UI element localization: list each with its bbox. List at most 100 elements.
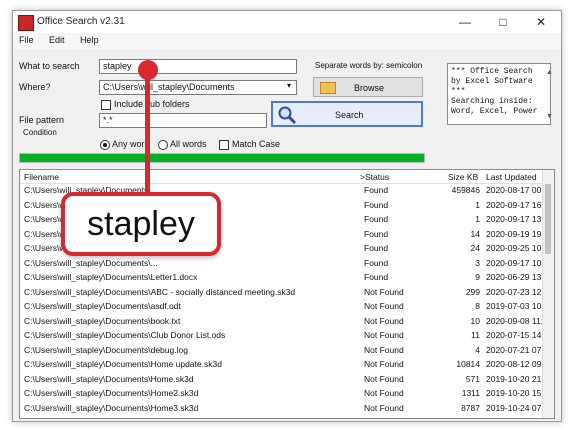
status-cell: Not Found <box>364 402 404 413</box>
filename-cell: C:\Users\will_stapley\Documents\asdf.odt <box>24 301 181 311</box>
updated-cell: 2020-09-25 10:13 <box>486 243 542 253</box>
close-button[interactable]: ✕ <box>521 11 561 33</box>
updated-cell: 2020-09-19 19:46 <box>486 228 542 239</box>
status-cell: Not Found <box>364 301 404 311</box>
status-cell: Not Found <box>364 330 404 340</box>
size-cell: 1311 <box>461 388 480 398</box>
table-row[interactable]: C:\Users\will_stapley\Documents\Home.sk3… <box>20 373 542 387</box>
updated-cell: 2020-07-23 12:03 <box>486 286 542 297</box>
filename-cell: C:\Users\will_stapley\Documents\Home upd… <box>24 359 222 369</box>
size-cell: 571 <box>465 373 480 384</box>
updated-cell: 2020-07-15 14:54 <box>486 330 542 340</box>
size-cell: 8 <box>475 301 480 311</box>
folder-path-input[interactable]: C:\Users\will_stapley\Documents <box>99 80 297 95</box>
condition-label: Condition <box>23 128 57 137</box>
table-row[interactable]: C:\Users\will_stapley\Documents\Club Don… <box>20 329 542 343</box>
size-cell: 11 <box>471 330 480 340</box>
filename-cell: C:\Users\will_stapley\Documents\Home3.sk… <box>24 402 199 413</box>
status-cell: Found <box>364 185 389 195</box>
scroll-thumb[interactable] <box>545 184 551 254</box>
menu-help[interactable]: Help <box>74 33 106 45</box>
filename-column-header[interactable]: Filename <box>24 172 59 182</box>
status-cell: Found <box>364 228 389 239</box>
size-cell: 1 <box>475 199 480 210</box>
table-row[interactable]: C:\Users\will_stapley\Documents\Home3.sk… <box>20 402 542 416</box>
table-header: Filename >Status Size KB Last Updated <box>20 170 554 184</box>
search-button-label: Search <box>335 110 364 120</box>
status-cell: Found <box>364 272 389 282</box>
match-case-checkbox[interactable] <box>219 140 229 150</box>
updated-cell: 2019-10-24 07:30 <box>486 402 542 413</box>
size-cell: 4 <box>475 344 480 355</box>
table-row[interactable]: C:\Users\will_stapley\Documents\Letter1.… <box>20 271 542 285</box>
size-cell: 24 <box>470 243 480 253</box>
table-row[interactable]: C:\Users\will_stapley\Documents\ABC - so… <box>20 286 542 300</box>
table-row[interactable]: C:\Users\will_stapley\Documents\Home2.sk… <box>20 387 542 401</box>
table-scrollbar[interactable] <box>542 170 554 418</box>
separator-hint: Separate words by: semicolon <box>315 61 423 70</box>
callout-text: stapley <box>87 204 195 243</box>
updated-cell: 2019-07-03 10:39 <box>486 301 542 311</box>
updated-cell: 2020-06-29 13:22 <box>486 272 542 282</box>
include-subfolders-label: Include sub folders <box>114 99 190 109</box>
updated-cell: 2020-08-12 09:22 <box>486 359 542 369</box>
status-cell: Not Found <box>364 373 404 384</box>
zoom-callout: stapley <box>61 192 221 256</box>
include-subfolders-checkbox[interactable] <box>101 100 111 110</box>
status-cell: Found <box>364 257 389 268</box>
updated-cell: 2020-09-17 13:22:17 <box>486 214 542 224</box>
menu-edit[interactable]: Edit <box>43 33 72 45</box>
browse-button[interactable]: Browse <box>313 77 423 97</box>
status-cell: Not Found <box>364 388 404 398</box>
all-words-radio[interactable] <box>158 140 168 150</box>
filename-cell: C:\Users\will_stapley\Documents\debug.lo… <box>24 344 188 355</box>
magnifier-icon <box>278 106 297 125</box>
filename-cell: C:\Users\will_stapley\Documents\... <box>24 257 158 268</box>
match-case-label: Match Case <box>232 139 281 149</box>
search-button[interactable]: Search <box>271 101 423 127</box>
table-row[interactable]: C:\Users\will_stapley\Documents\book.txt… <box>20 315 542 329</box>
size-cell: 10814 <box>456 359 480 369</box>
table-row[interactable]: C:\Users\will_stapley\Documents\asdf.odt… <box>20 300 542 314</box>
status-column-header[interactable]: >Status <box>360 172 389 182</box>
table-row[interactable]: C:\Users\will_stapley\Documents\... Found… <box>20 257 542 271</box>
size-cell: 299 <box>465 286 480 297</box>
folder-icon <box>320 82 336 94</box>
browse-button-label: Browse <box>354 83 385 93</box>
file-pattern-input[interactable]: *.* <box>99 113 267 128</box>
minimize-button[interactable]: — <box>445 11 485 33</box>
size-cell: 1 <box>475 214 480 224</box>
updated-cell: 2019-10-20 21:12 <box>486 373 542 384</box>
updated-cell: 2020-09-08 11:41 <box>486 315 542 326</box>
menu-file[interactable]: File <box>13 33 41 45</box>
size-column-header[interactable]: Size KB <box>448 172 478 182</box>
status-cell: Not Found <box>364 286 404 297</box>
updated-column-header[interactable]: Last Updated <box>486 172 537 182</box>
file-pattern-label: File pattern <box>19 115 65 125</box>
search-text-input[interactable]: stapley <box>99 59 297 74</box>
callout-pointer-line <box>145 66 150 194</box>
info-scroll-up-icon[interactable]: ▲ <box>546 69 553 76</box>
status-header-text: Status <box>364 172 390 182</box>
updated-cell: 2020-07-21 07:23 <box>486 344 542 355</box>
app-icon <box>18 15 34 31</box>
info-scroll-down-icon[interactable]: ▼ <box>546 113 553 120</box>
table-row[interactable]: C:\Users\will_stapley\Documents\debug.lo… <box>20 344 542 358</box>
info-panel: *** Office Search by Excel Software *** … <box>447 63 551 125</box>
window-title: Office Search v2.31 <box>37 16 125 27</box>
where-label: Where? <box>19 82 51 92</box>
dropdown-arrow-icon[interactable]: ▾ <box>287 81 291 90</box>
status-cell: Found <box>364 214 389 224</box>
size-cell: 3 <box>475 257 480 268</box>
size-cell: 14 <box>470 228 480 239</box>
maximize-button[interactable]: □ <box>483 11 523 33</box>
updated-cell: 2019-10-20 15:22 <box>486 388 542 398</box>
any-word-radio[interactable] <box>100 140 110 150</box>
table-row[interactable]: C:\Users\will_stapley\Documents\Home upd… <box>20 358 542 372</box>
status-cell: Not Found <box>364 315 404 326</box>
status-cell: Not Found <box>364 359 404 369</box>
updated-cell: 2020-08-17 00:10 <box>486 185 542 195</box>
status-cell: Not Found <box>364 344 404 355</box>
filename-cell: C:\Users\will_stapley\Documents\book.txt <box>24 315 181 326</box>
all-words-label: All words <box>170 139 207 149</box>
